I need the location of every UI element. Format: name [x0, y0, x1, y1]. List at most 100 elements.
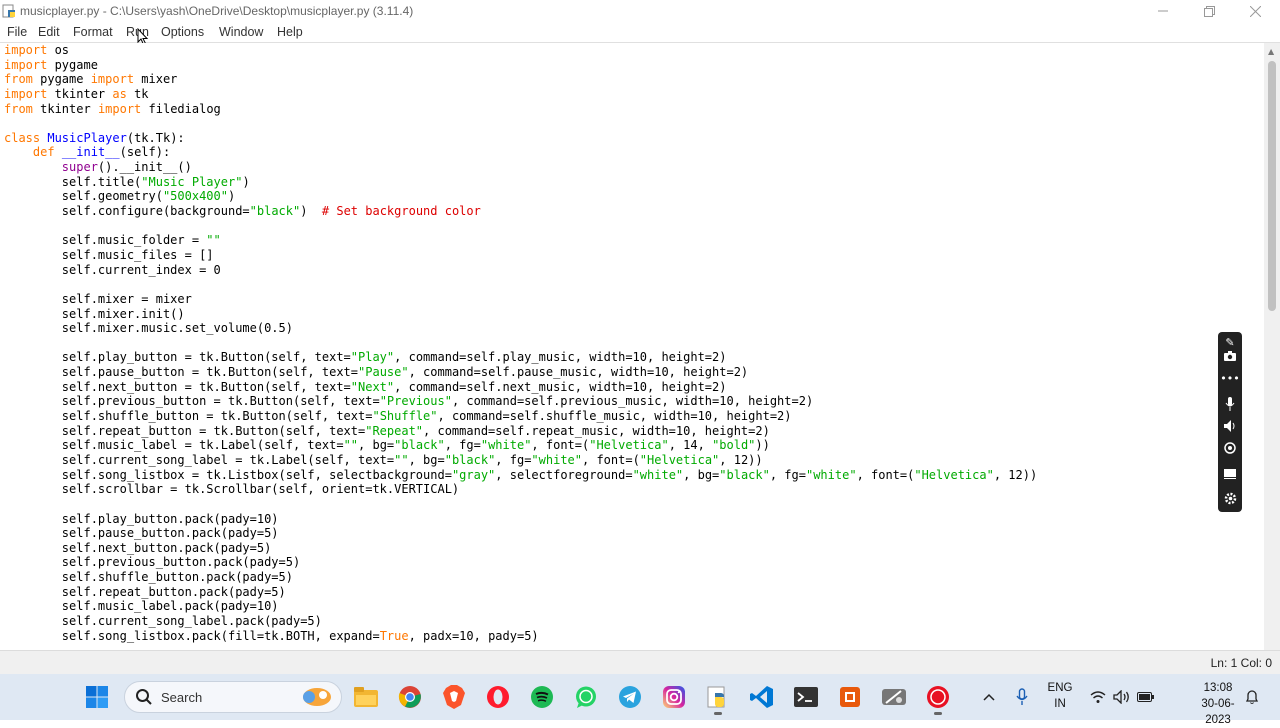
code-token: self.previous_button.pack(pady=5) — [4, 555, 301, 570]
microphone-icon[interactable] — [1218, 394, 1242, 414]
menu-help[interactable]: Help — [277, 25, 303, 39]
code-token: self.play_button = tk.Button(self, text= — [4, 350, 351, 365]
code-token: "white" — [805, 467, 857, 482]
menu-window[interactable]: Window — [219, 25, 263, 39]
input-language[interactable]: ENG IN — [1044, 680, 1076, 712]
code-token: from — [4, 101, 33, 116]
notification-center-button[interactable] — [1245, 674, 1259, 720]
opera-icon[interactable] — [483, 682, 513, 712]
code-token: , fg= — [769, 467, 806, 482]
python-idle-icon[interactable] — [703, 682, 733, 715]
code-line[interactable]: self.song_listbox.pack(fill=tk.BOTH, exp… — [4, 629, 1264, 644]
battery-icon[interactable] — [1137, 674, 1155, 720]
code-line[interactable]: self.current_song_label.pack(pady=5) — [4, 614, 1264, 629]
settings-icon[interactable] — [1218, 488, 1242, 508]
notification-icon — [1245, 690, 1259, 705]
code-line[interactable]: self.mixer = mixer — [4, 292, 1264, 307]
code-line[interactable]: self.scrollbar = tk.Scrollbar(self, orie… — [4, 482, 1264, 497]
code-line[interactable]: self.shuffle_button = tk.Button(self, te… — [4, 409, 1264, 424]
code-line[interactable]: self.repeat_button.pack(pady=5) — [4, 585, 1264, 600]
code-line[interactable]: self.pause_button = tk.Button(self, text… — [4, 365, 1264, 380]
camera-icon[interactable] — [1218, 346, 1242, 366]
scroll-up-icon[interactable]: ▲ — [1268, 47, 1274, 56]
code-line[interactable] — [4, 277, 1264, 292]
vertical-scrollbar[interactable]: ▲ — [1264, 43, 1280, 650]
code-token: "Next" — [350, 379, 395, 394]
code-line[interactable] — [4, 336, 1264, 351]
minimize-button[interactable] — [1140, 0, 1186, 22]
code-token: , command=self.play_music, width=10, hei… — [394, 350, 727, 365]
terminal-icon[interactable] — [791, 682, 821, 712]
chrome-icon[interactable] — [395, 682, 425, 712]
system-clock[interactable]: 13:08 30-06-2023 — [1196, 680, 1240, 728]
taskbar-search-box[interactable]: Search — [124, 681, 342, 713]
code-line[interactable]: self.music_label.pack(pady=10) — [4, 599, 1264, 614]
webcam-icon[interactable] — [1218, 438, 1242, 458]
brave-icon[interactable] — [439, 682, 469, 712]
code-token: import — [4, 86, 48, 101]
code-text[interactable]: import os import pygame from pygame import… — [0, 43, 1264, 643]
wifi-icon[interactable] — [1090, 674, 1106, 720]
code-editor[interactable]: import os import pygame from pygame import… — [0, 43, 1264, 650]
code-line[interactable]: self.next_button.pack(pady=5) — [4, 541, 1264, 556]
telegram-icon[interactable] — [615, 682, 645, 712]
code-line[interactable]: class MusicPlayer(tk.Tk): — [4, 131, 1264, 146]
code-token: , command=self.next_music, width=10, hei… — [394, 379, 727, 394]
code-line[interactable]: self.music_label = tk.Label(self, text="… — [4, 438, 1264, 453]
restore-button[interactable] — [1186, 0, 1232, 22]
code-line[interactable]: import pygame — [4, 58, 1264, 73]
file-explorer-icon[interactable] — [351, 682, 381, 712]
code-line[interactable]: self.configure(background="black") # Set… — [4, 204, 1264, 219]
code-line[interactable]: self.play_button.pack(pady=10) — [4, 512, 1264, 527]
code-token: self.scrollbar = tk.Scrollbar(self, orie… — [4, 482, 460, 497]
whatsapp-icon[interactable] — [571, 682, 601, 712]
show-hidden-icons-button[interactable] — [982, 674, 996, 720]
code-line[interactable]: self.previous_button.pack(pady=5) — [4, 555, 1264, 570]
code-line[interactable]: self.play_button = tk.Button(self, text=… — [4, 350, 1264, 365]
code-line[interactable]: from pygame import mixer — [4, 72, 1264, 87]
vscode-icon[interactable] — [747, 682, 777, 712]
code-line[interactable]: self.pause_button.pack(pady=5) — [4, 526, 1264, 541]
code-line[interactable] — [4, 497, 1264, 512]
code-line[interactable]: self.mixer.music.set_volume(0.5) — [4, 321, 1264, 336]
office-icon[interactable] — [835, 682, 865, 712]
code-line[interactable]: def __init__(self): — [4, 145, 1264, 160]
code-token: , fg= — [495, 452, 532, 467]
spotify-icon[interactable] — [527, 682, 557, 712]
code-line[interactable]: self.song_listbox = tk.Listbox(self, sel… — [4, 468, 1264, 483]
code-line[interactable]: super().__init__() — [4, 160, 1264, 175]
menu-file[interactable]: File — [7, 25, 27, 39]
code-line[interactable]: self.previous_button = tk.Button(self, t… — [4, 394, 1264, 409]
microphone-tray-icon[interactable] — [1016, 674, 1028, 720]
menu-options[interactable]: Options — [161, 25, 204, 39]
code-line[interactable]: self.next_button = tk.Button(self, text=… — [4, 380, 1264, 395]
code-line[interactable]: self.music_files = [] — [4, 248, 1264, 263]
code-line[interactable]: self.mixer.init() — [4, 307, 1264, 322]
code-line[interactable]: self.title("Music Player") — [4, 175, 1264, 190]
code-line[interactable]: import os — [4, 43, 1264, 58]
instagram-icon[interactable] — [659, 682, 689, 712]
code-line[interactable] — [4, 116, 1264, 131]
volume-icon[interactable] — [1113, 674, 1131, 720]
menu-edit[interactable]: Edit — [38, 25, 60, 39]
code-line[interactable]: import tkinter as tk — [4, 87, 1264, 102]
code-line[interactable]: self.geometry("500x400") — [4, 189, 1264, 204]
screen-icon[interactable] — [1218, 464, 1242, 484]
code-line[interactable]: self.repeat_button = tk.Button(self, tex… — [4, 424, 1264, 439]
code-line[interactable]: self.music_folder = "" — [4, 233, 1264, 248]
code-token: , 12)) — [719, 452, 763, 467]
scrollbar-thumb[interactable] — [1268, 61, 1276, 311]
speaker-icon[interactable] — [1218, 416, 1242, 436]
code-token: MusicPlayer — [47, 130, 127, 145]
close-button[interactable] — [1232, 0, 1278, 22]
code-line[interactable]: from tkinter import filedialog — [4, 102, 1264, 117]
more-icon[interactable]: ••• — [1218, 368, 1242, 388]
code-line[interactable] — [4, 219, 1264, 234]
recorder-icon[interactable] — [923, 682, 953, 715]
code-line[interactable]: self.current_index = 0 — [4, 263, 1264, 278]
code-line[interactable]: self.shuffle_button.pack(pady=5) — [4, 570, 1264, 585]
code-line[interactable]: self.current_song_label = tk.Label(self,… — [4, 453, 1264, 468]
start-button[interactable] — [82, 682, 112, 712]
snipping-icon[interactable] — [879, 682, 909, 712]
menu-format[interactable]: Format — [73, 25, 113, 39]
